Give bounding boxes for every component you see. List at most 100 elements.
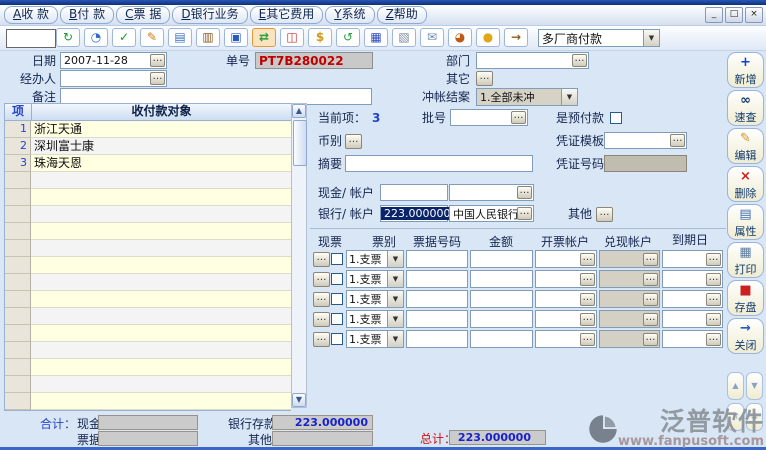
cash-ticket-checkbox[interactable] — [331, 333, 343, 345]
quick-code-input[interactable] — [6, 29, 56, 48]
move-up-button[interactable]: ▲ — [727, 372, 744, 400]
cash-account-lookup-icon[interactable] — [517, 186, 532, 199]
due-date-input[interactable] — [662, 250, 723, 268]
chevron-down-icon[interactable] — [643, 30, 659, 46]
bank-account-lookup-icon[interactable] — [517, 207, 532, 220]
table-row[interactable] — [5, 342, 291, 359]
table-row[interactable] — [5, 172, 291, 189]
workflow-icon[interactable]: ⇄ — [252, 28, 276, 47]
issue-account-input[interactable] — [535, 290, 597, 308]
close-button[interactable]: × — [745, 7, 763, 23]
table-row[interactable] — [5, 223, 291, 240]
due-date-picker-icon[interactable] — [706, 293, 721, 306]
move-down-button[interactable]: ▼ — [746, 372, 763, 400]
ticket-type-select[interactable]: 1.支票 — [346, 270, 404, 288]
due-date-input[interactable] — [662, 290, 723, 308]
edit-button[interactable]: ✎编辑 — [727, 128, 764, 164]
due-date-picker-icon[interactable] — [706, 333, 721, 346]
chevron-down-icon[interactable] — [387, 271, 403, 287]
scroll-up-icon[interactable]: ▲ — [292, 104, 306, 118]
pie-chart-icon[interactable]: ◕ — [448, 28, 472, 47]
card-icon[interactable]: ▤ — [168, 28, 192, 47]
approve-check-icon[interactable]: ✓ — [112, 28, 136, 47]
clipboard-icon[interactable]: ▧ — [392, 28, 416, 47]
bank-account-input[interactable]: 中国人民银行 — [449, 205, 534, 222]
scroll-thumb[interactable] — [293, 120, 307, 166]
amount-input[interactable] — [470, 290, 533, 308]
cash-account-input[interactable] — [599, 270, 660, 288]
sync-icon[interactable]: ↺ — [336, 28, 360, 47]
print-button[interactable]: ▦打印 — [727, 242, 764, 278]
table-row[interactable]: 1浙江天通 — [5, 121, 291, 138]
issue-account-lookup-icon[interactable] — [580, 253, 595, 266]
menu-receipts[interactable]: A收 款 — [4, 6, 58, 24]
cash-ticket-checkbox[interactable] — [331, 253, 343, 265]
menu-help[interactable]: Z帮助 — [377, 6, 427, 24]
table-row[interactable]: 3珠海天恩 — [5, 155, 291, 172]
refresh-icon[interactable]: ↻ — [56, 28, 80, 47]
ticket-type-select[interactable]: 1.支票 — [346, 330, 404, 348]
menu-payments[interactable]: B付 款 — [60, 6, 114, 24]
prepay-checkbox[interactable] — [610, 112, 622, 124]
table-row[interactable]: 2深圳富士康 — [5, 138, 291, 155]
table-row[interactable] — [5, 257, 291, 274]
issue-account-input[interactable] — [535, 270, 597, 288]
ledger-book-icon[interactable]: ▥ — [196, 28, 220, 47]
add-button[interactable]: +新增 — [727, 52, 764, 88]
table-row[interactable] — [5, 189, 291, 206]
menu-other-expenses[interactable]: E其它费用 — [250, 6, 324, 24]
summary-input[interactable] — [345, 155, 533, 172]
row-open-icon[interactable] — [313, 312, 330, 327]
table-row[interactable] — [5, 325, 291, 342]
bell-icon[interactable]: ● — [476, 28, 500, 47]
issue-account-lookup-icon[interactable] — [580, 293, 595, 306]
edit-globe-icon[interactable]: ✎ — [140, 28, 164, 47]
row-open-icon[interactable] — [313, 252, 330, 267]
ticket-type-select[interactable]: 1.支票 — [346, 290, 404, 308]
partners-scrollbar[interactable]: ▲ ▼ — [291, 103, 307, 408]
row-open-icon[interactable] — [313, 272, 330, 287]
ticket-no-input[interactable] — [406, 270, 468, 288]
calculator-icon[interactable]: ▦ — [364, 28, 388, 47]
cash-account-lookup-icon[interactable] — [643, 293, 658, 306]
table-row[interactable] — [5, 376, 291, 393]
cash-account-input[interactable] — [599, 330, 660, 348]
cash-account-input[interactable] — [599, 250, 660, 268]
cash-account-input[interactable] — [599, 290, 660, 308]
contacts-globe-icon[interactable]: ◔ — [84, 28, 108, 47]
table-row[interactable] — [5, 206, 291, 223]
issue-account-lookup-icon[interactable] — [580, 273, 595, 286]
table-row[interactable] — [5, 308, 291, 325]
quick-search-button[interactable]: ∞速查 — [727, 90, 764, 126]
table-row[interactable] — [5, 393, 291, 410]
cash-ticket-checkbox[interactable] — [331, 293, 343, 305]
minimize-button[interactable]: _ — [705, 7, 723, 23]
amount-input[interactable] — [470, 250, 533, 268]
issue-account-lookup-icon[interactable] — [580, 333, 595, 346]
cash-amount-input[interactable] — [380, 184, 448, 201]
ticket-no-input[interactable] — [406, 330, 468, 348]
table-row[interactable] — [5, 274, 291, 291]
chevron-down-icon[interactable] — [387, 311, 403, 327]
batch-input[interactable] — [450, 109, 528, 126]
chevron-down-icon[interactable] — [387, 251, 403, 267]
properties-button[interactable]: ▤属性 — [727, 204, 764, 240]
ticket-type-select[interactable]: 1.支票 — [346, 250, 404, 268]
report-copy-icon[interactable]: ◫ — [280, 28, 304, 47]
amount-input[interactable] — [470, 330, 533, 348]
table-row[interactable] — [5, 240, 291, 257]
operator-lookup-icon[interactable] — [150, 72, 165, 85]
mode-select[interactable]: 多厂商付款 — [538, 29, 660, 47]
dept-input[interactable] — [476, 52, 589, 69]
amount-input[interactable] — [470, 270, 533, 288]
menu-system[interactable]: Y系统 — [325, 6, 374, 24]
date-picker-icon[interactable] — [150, 54, 165, 67]
amount-input[interactable] — [470, 310, 533, 328]
mail-icon[interactable]: ✉ — [420, 28, 444, 47]
table-row[interactable] — [5, 291, 291, 308]
dept-lookup-icon[interactable] — [572, 54, 587, 67]
table-row[interactable] — [5, 359, 291, 376]
batch-lookup-icon[interactable] — [511, 111, 526, 124]
cash-ticket-checkbox[interactable] — [331, 273, 343, 285]
ticket-no-input[interactable] — [406, 290, 468, 308]
